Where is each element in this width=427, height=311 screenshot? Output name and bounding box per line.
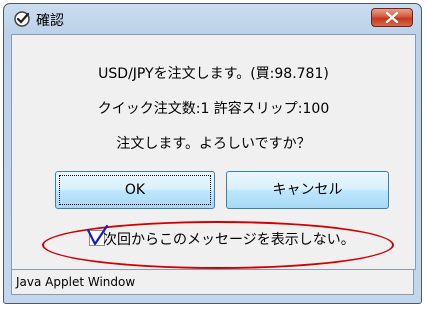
confirm-dialog: 確認 USD/JPYを注文します。(買:98.781) クイック注文数:1 許容…: [3, 3, 422, 304]
status-bar: Java Applet Window: [11, 269, 414, 295]
ok-button[interactable]: OK: [55, 171, 215, 209]
cancel-button-label: キャンセル: [272, 182, 343, 198]
order-message: USD/JPYを注文します。(買:98.781): [98, 66, 329, 82]
cancel-button[interactable]: キャンセル: [226, 171, 389, 209]
close-button[interactable]: [371, 8, 413, 27]
focus-ring: [59, 175, 211, 205]
quick-order-info: クイック注文数:1 許容スリップ:100: [97, 101, 330, 117]
close-icon: [385, 12, 399, 23]
dialog-body: USD/JPYを注文します。(買:98.781) クイック注文数:1 許容スリッ…: [11, 34, 416, 270]
dialog-title: 確認: [36, 13, 64, 29]
check-mark-icon: [14, 11, 30, 27]
status-text: Java Applet Window: [16, 275, 136, 289]
confirm-question: 注文します。よろしいですか？: [116, 136, 311, 152]
dont-show-again-label[interactable]: 次回からこのメッセージを表示しない。: [103, 229, 355, 249]
title-bar[interactable]: 確認: [4, 4, 421, 34]
